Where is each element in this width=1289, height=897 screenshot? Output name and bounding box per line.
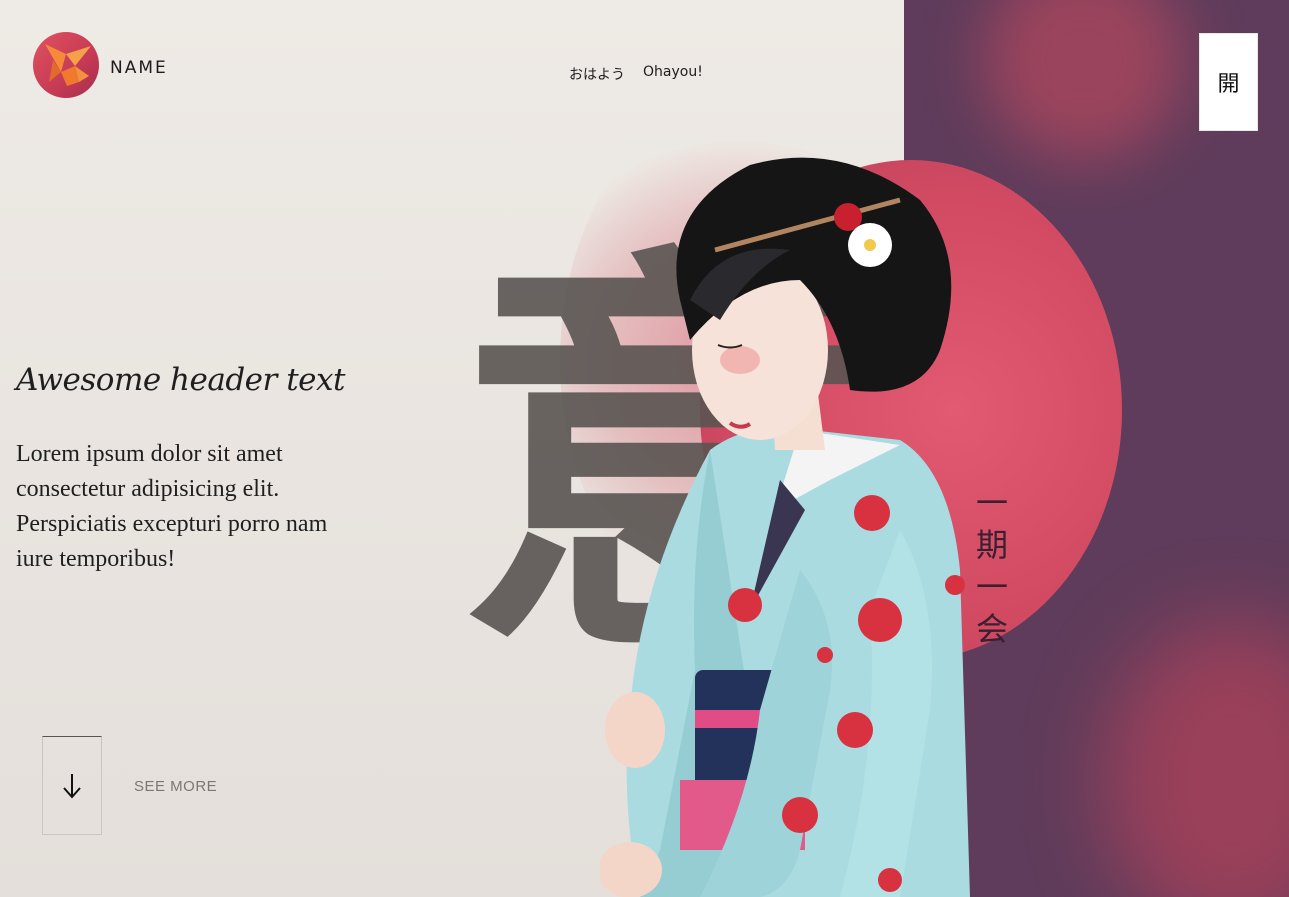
vertical-kanji-text: 一 期 一 会 bbox=[972, 482, 1012, 650]
hero-page: 意 一 期 一 会 NAME おはよう Ohayou! 開 Awesome he… bbox=[0, 0, 1289, 897]
decorative-blob bbox=[984, 0, 1184, 160]
greeting-romaji: Ohayou! bbox=[643, 64, 703, 80]
hero-body-text: Lorem ipsum dolor sit amet consectetur a… bbox=[16, 441, 328, 572]
menu-button[interactable]: 開 bbox=[1199, 33, 1258, 131]
origami-bird-icon bbox=[45, 44, 91, 86]
see-more-link[interactable]: SEE MORE bbox=[134, 778, 217, 795]
decorative-blob bbox=[1104, 620, 1289, 897]
greeting: おはよう Ohayou! bbox=[569, 64, 703, 84]
logo[interactable] bbox=[33, 32, 99, 98]
scroll-down-button[interactable] bbox=[42, 736, 102, 835]
vertical-kanji-char: 会 bbox=[975, 610, 1008, 648]
brand-name[interactable]: NAME bbox=[110, 58, 168, 78]
greeting-japanese: おはよう bbox=[569, 67, 625, 83]
geisha-illustration bbox=[600, 157, 970, 897]
vertical-kanji-char: 一 bbox=[975, 484, 1008, 522]
arrow-down-icon bbox=[63, 773, 81, 799]
vertical-kanji-char: 期 bbox=[975, 526, 1008, 564]
hero-title: Awesome header text bbox=[16, 362, 345, 398]
vertical-kanji-char: 一 bbox=[975, 568, 1008, 606]
